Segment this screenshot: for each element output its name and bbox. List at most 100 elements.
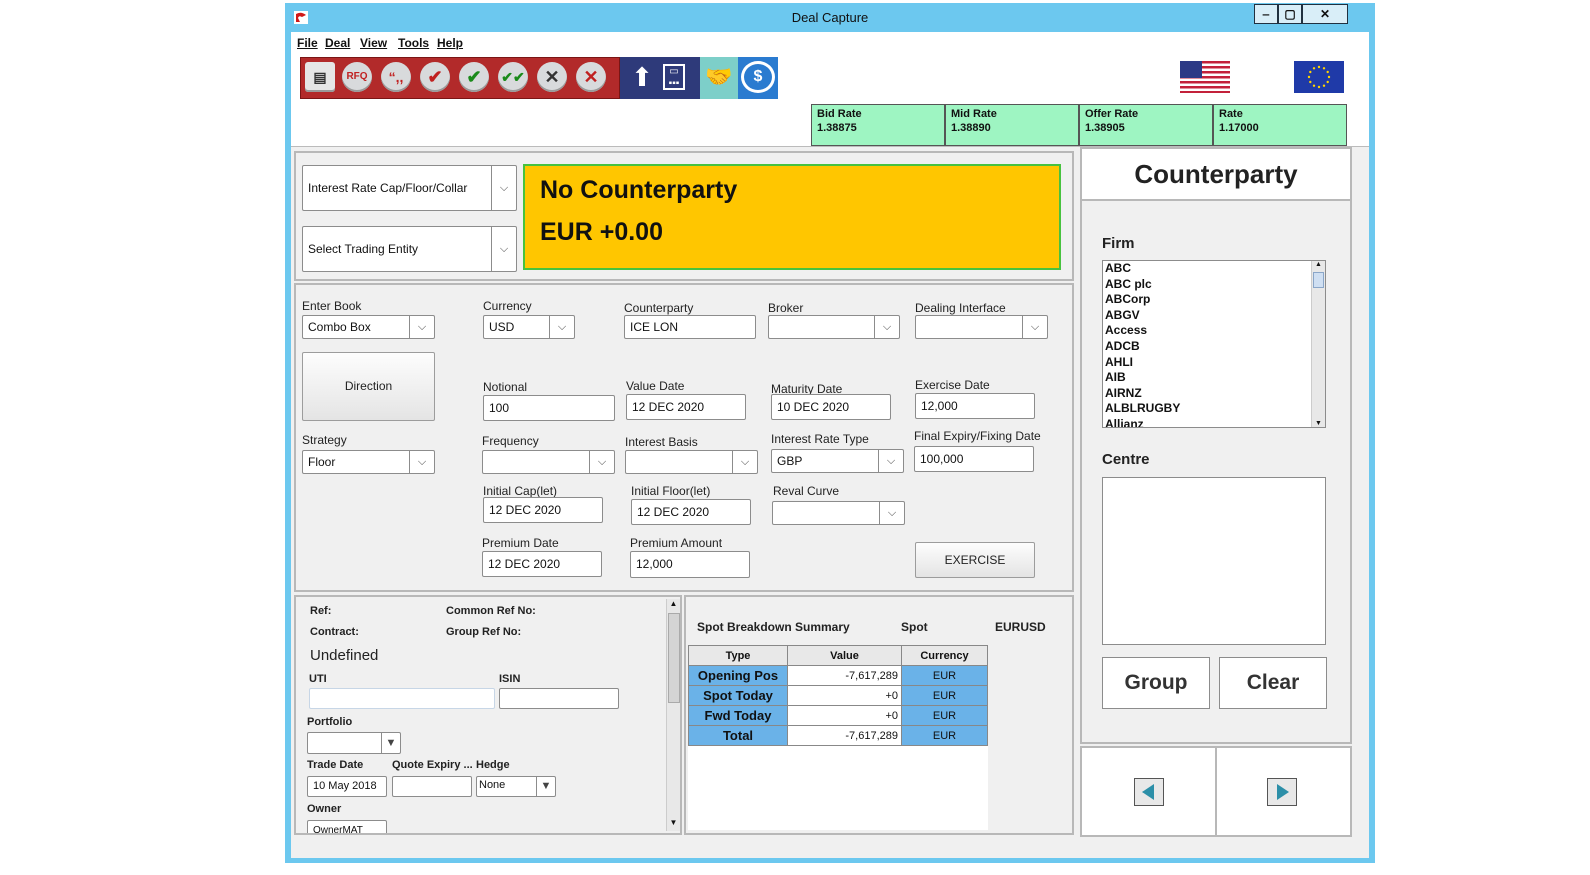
initial-floor-field[interactable]: 12 DEC 2020: [631, 499, 751, 525]
handshake-icon[interactable]: 🤝: [703, 61, 735, 93]
menu-tools[interactable]: Tools: [398, 36, 429, 50]
group-ref-label: Group Ref No:: [446, 626, 522, 638]
premium-date-field[interactable]: 12 DEC 2020: [482, 551, 602, 577]
notional-field[interactable]: 100: [483, 395, 615, 421]
us-flag-icon[interactable]: [1180, 61, 1230, 93]
list-item[interactable]: AIB: [1103, 370, 1325, 386]
row-type: Opening Pos: [688, 665, 788, 686]
list-item[interactable]: AHLI: [1103, 355, 1325, 371]
exercise-button[interactable]: EXERCISE: [915, 542, 1035, 578]
uti-label: UTI: [309, 673, 327, 685]
group-button[interactable]: Group: [1102, 657, 1210, 709]
firm-list[interactable]: ABC ABC plc ABCorp ABGV Access ADCB AHLI…: [1102, 260, 1326, 428]
final-expiry-field[interactable]: 100,000: [914, 446, 1034, 472]
list-item[interactable]: ABCorp: [1103, 292, 1325, 308]
list-item[interactable]: ADCB: [1103, 339, 1325, 355]
table-row[interactable]: Spot Today +0 EUR: [688, 685, 988, 706]
firm-list-scrollbar[interactable]: ▲ ▼: [1311, 261, 1325, 427]
table-row[interactable]: Total -7,617,289 EUR: [688, 725, 988, 746]
list-item[interactable]: ABC: [1103, 261, 1325, 277]
enter-book-select[interactable]: Combo Box ⌵: [302, 315, 435, 339]
broker-select[interactable]: ⌵: [768, 315, 900, 339]
rfq-icon[interactable]: RFQ: [342, 62, 372, 92]
maturity-date-field[interactable]: 10 DEC 2020: [771, 394, 891, 420]
owner-field[interactable]: OwnerMAT: [307, 820, 387, 833]
menu-deal[interactable]: Deal: [325, 36, 350, 50]
scroll-up-icon[interactable]: ▲: [1312, 261, 1325, 272]
menu-help[interactable]: Help: [437, 36, 463, 50]
row-type: Total: [688, 725, 788, 746]
window-title: Deal Capture: [791, 10, 869, 25]
trade-date-field[interactable]: 10 May 2018: [307, 776, 387, 797]
currency-select[interactable]: USD ⌵: [483, 315, 575, 339]
menu-bar: File Deal View Tools Help: [291, 32, 1369, 54]
scroll-thumb[interactable]: [668, 613, 680, 703]
eu-flag-icon[interactable]: [1294, 61, 1344, 93]
portfolio-select[interactable]: ▼: [307, 732, 401, 754]
chevron-down-icon: ⌵: [874, 316, 899, 338]
isin-field[interactable]: [499, 688, 619, 709]
quote-icon[interactable]: “,,: [381, 62, 411, 92]
new-deal-icon[interactable]: ▤: [305, 62, 335, 92]
check-icon[interactable]: ✔: [420, 62, 450, 92]
scroll-down-icon[interactable]: ▼: [667, 818, 680, 830]
currency-pair: EURUSD: [995, 620, 1046, 634]
hedge-select[interactable]: None ▼: [476, 776, 556, 797]
list-item[interactable]: Allianz: [1103, 417, 1325, 427]
list-item[interactable]: Access: [1103, 323, 1325, 339]
close-button[interactable]: ✕: [1302, 4, 1348, 24]
next-button[interactable]: [1267, 778, 1297, 806]
list-item[interactable]: ALBLRUGBY: [1103, 401, 1325, 417]
maximize-button[interactable]: ▢: [1278, 4, 1302, 24]
delete-icon[interactable]: ✕: [576, 62, 606, 92]
list-item[interactable]: ABC plc: [1103, 277, 1325, 293]
upload-icon[interactable]: ⬆: [627, 61, 657, 93]
check-icon[interactable]: ✔: [459, 62, 489, 92]
quote-expiry-field[interactable]: [392, 776, 472, 797]
frequency-select[interactable]: ⌵: [482, 450, 615, 474]
centre-list[interactable]: [1102, 477, 1326, 645]
strategy-select[interactable]: Floor ⌵: [302, 450, 435, 474]
interest-basis-select[interactable]: ⌵: [625, 450, 758, 474]
scroll-down-icon[interactable]: ▼: [1312, 420, 1325, 427]
dealing-interface-select[interactable]: ⌵: [915, 315, 1048, 339]
dropdown-arrow-icon: ▼: [536, 777, 555, 796]
mid-rate-box: Mid Rate 1.38890: [945, 104, 1079, 146]
ref-label: Ref:: [310, 605, 332, 617]
isin-label: ISIN: [499, 673, 521, 685]
menu-view[interactable]: View: [360, 36, 387, 50]
spot-breakdown-table-area: Type Value Currency Opening Pos -7,617,2…: [688, 645, 988, 830]
menu-file[interactable]: File: [297, 36, 318, 50]
exercise-date-field[interactable]: 12,000: [915, 393, 1035, 419]
value-date-label: Value Date: [626, 379, 685, 393]
summary-banner: No Counterparty EUR +0.00: [523, 164, 1061, 270]
rate-label: Rate: [1219, 108, 1243, 120]
ref-panel-scrollbar[interactable]: ▲ ▼: [666, 599, 680, 831]
interest-rate-type-select[interactable]: GBP ⌵: [771, 449, 904, 473]
uti-field[interactable]: [309, 688, 495, 709]
list-item[interactable]: ABGV: [1103, 308, 1325, 324]
scroll-thumb[interactable]: [1313, 272, 1324, 288]
clear-button[interactable]: Clear: [1219, 657, 1327, 709]
initial-cap-field[interactable]: 12 DEC 2020: [483, 497, 603, 523]
double-check-icon[interactable]: ✔✔: [498, 62, 528, 92]
product-select[interactable]: Interest Rate Cap/Floor/Collar ⌵: [302, 165, 517, 211]
table-row[interactable]: Fwd Today +0 EUR: [688, 705, 988, 726]
row-type: Spot Today: [688, 685, 788, 706]
direction-button[interactable]: Direction: [302, 352, 435, 421]
value-date-field[interactable]: 12 DEC 2020: [626, 394, 746, 420]
row-currency: EUR: [901, 725, 988, 746]
trading-entity-select[interactable]: Select Trading Entity ⌵: [302, 226, 517, 272]
col-value-header: Value: [787, 645, 902, 666]
table-row[interactable]: Opening Pos -7,617,289 EUR: [688, 665, 988, 686]
list-item[interactable]: AIRNZ: [1103, 386, 1325, 402]
counterparty-field[interactable]: ICE LON: [624, 315, 756, 339]
scroll-up-icon[interactable]: ▲: [667, 599, 680, 611]
cancel-icon[interactable]: ✕: [537, 62, 567, 92]
previous-button[interactable]: [1134, 778, 1164, 806]
calculator-icon[interactable]: ▭ ▪▪▪: [663, 64, 685, 90]
premium-amount-field[interactable]: 12,000: [630, 551, 750, 578]
reval-curve-select[interactable]: ⌵: [772, 501, 905, 525]
currency-refresh-icon[interactable]: $: [741, 61, 775, 93]
minimize-button[interactable]: ‒: [1254, 4, 1278, 24]
